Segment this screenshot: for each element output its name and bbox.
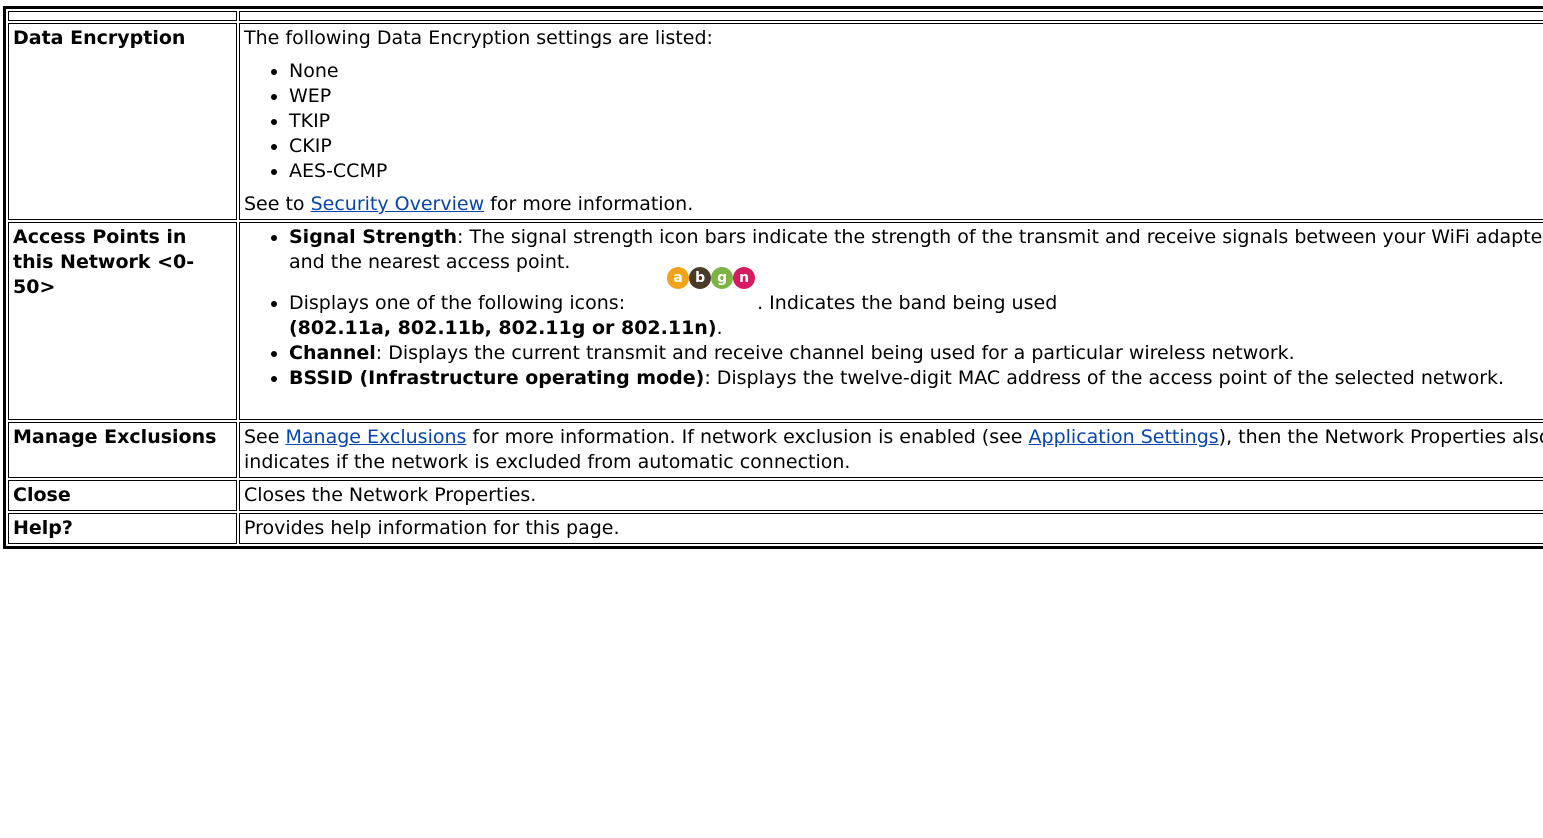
manage-exclusions-link[interactable]: Manage Exclusions <box>285 426 466 448</box>
band-b-icon: b <box>689 267 712 289</box>
band-list: Displays one of the following icons: abgn… <box>244 267 1543 391</box>
security-overview-link[interactable]: Security Overview <box>311 193 485 215</box>
row-description: Closes the Network Properties. <box>239 480 1543 511</box>
signal-title: Signal Strength <box>289 226 458 248</box>
footer-suffix: for more information. <box>484 193 694 215</box>
table-row-close: Close Closes the Network Properties. <box>8 480 1543 511</box>
band-a-icon: a <box>667 267 690 289</box>
row-description: The following Data Encryption settings a… <box>239 23 1543 220</box>
row-term: Help? <box>8 513 237 544</box>
list-item: CKIP <box>289 134 1543 159</box>
list-item-band: Displays one of the following icons: abgn… <box>289 267 1543 341</box>
band-prefix: Displays one of the following icons: <box>289 292 626 314</box>
properties-table: Data Encryption The following Data Encry… <box>3 6 1543 549</box>
list-item-signal-strength: Signal Strength: The signal strength ico… <box>289 225 1543 275</box>
band-icons: abgn <box>633 267 756 313</box>
list-item-channel: Channel: Displays the current transmit a… <box>289 341 1543 366</box>
list-item: WEP <box>289 84 1543 109</box>
band-n-icon: n <box>733 267 756 289</box>
table-row-help: Help? Provides help information for this… <box>8 513 1543 544</box>
band-standards: (802.11a, 802.11b, 802.11g or 802.11n) <box>289 317 717 339</box>
channel-title: Channel <box>289 342 376 364</box>
list-item: TKIP <box>289 109 1543 134</box>
row-term: Manage Exclusions <box>8 422 237 478</box>
row-term: Data Encryption <box>8 23 237 220</box>
list-item: AES-CCMP <box>289 159 1543 184</box>
row-term: Close <box>8 480 237 511</box>
table-top-stub <box>8 11 1543 21</box>
row-description: See Manage Exclusions for more informati… <box>239 422 1543 478</box>
intro-text: The following Data Encryption settings a… <box>244 27 713 49</box>
text-part: for more information. If network exclusi… <box>466 426 1029 448</box>
footer-prefix: See to <box>244 193 311 215</box>
band-end: . <box>716 317 723 339</box>
access-point-list: Signal Strength: The signal strength ico… <box>244 225 1543 275</box>
application-settings-link[interactable]: Application Settings <box>1029 426 1219 448</box>
help-document: Data Encryption The following Data Encry… <box>0 0 1543 838</box>
row-description: Provides help information for this page. <box>239 513 1543 544</box>
signal-text: : The signal strength icon bars indicate… <box>289 226 1543 273</box>
list-item-bssid: BSSID (Infrastructure operating mode): D… <box>289 366 1543 391</box>
row-description: Signal Strength: The signal strength ico… <box>239 222 1543 420</box>
table-row-access-points: Access Points in this Network <0-50> Sig… <box>8 222 1543 420</box>
text-part: See <box>244 426 286 448</box>
encryption-list: None WEP TKIP CKIP AES-CCMP <box>244 59 1543 184</box>
channel-text: : Displays the current transmit and rece… <box>375 342 1295 364</box>
table-row-data-encryption: Data Encryption The following Data Encry… <box>8 23 1543 220</box>
band-g-icon: g <box>711 267 734 289</box>
bssid-title: BSSID (Infrastructure operating mode) <box>289 367 705 389</box>
band-suffix: . Indicates the band being used <box>757 292 1058 314</box>
footer-text: See to Security Overview for more inform… <box>244 192 1543 217</box>
row-term: Access Points in this Network <0-50> <box>8 222 237 420</box>
bssid-text: : Displays the twelve-digit MAC address … <box>704 367 1505 389</box>
list-item: None <box>289 59 1543 84</box>
table-row-manage-exclusions: Manage Exclusions See Manage Exclusions … <box>8 422 1543 478</box>
